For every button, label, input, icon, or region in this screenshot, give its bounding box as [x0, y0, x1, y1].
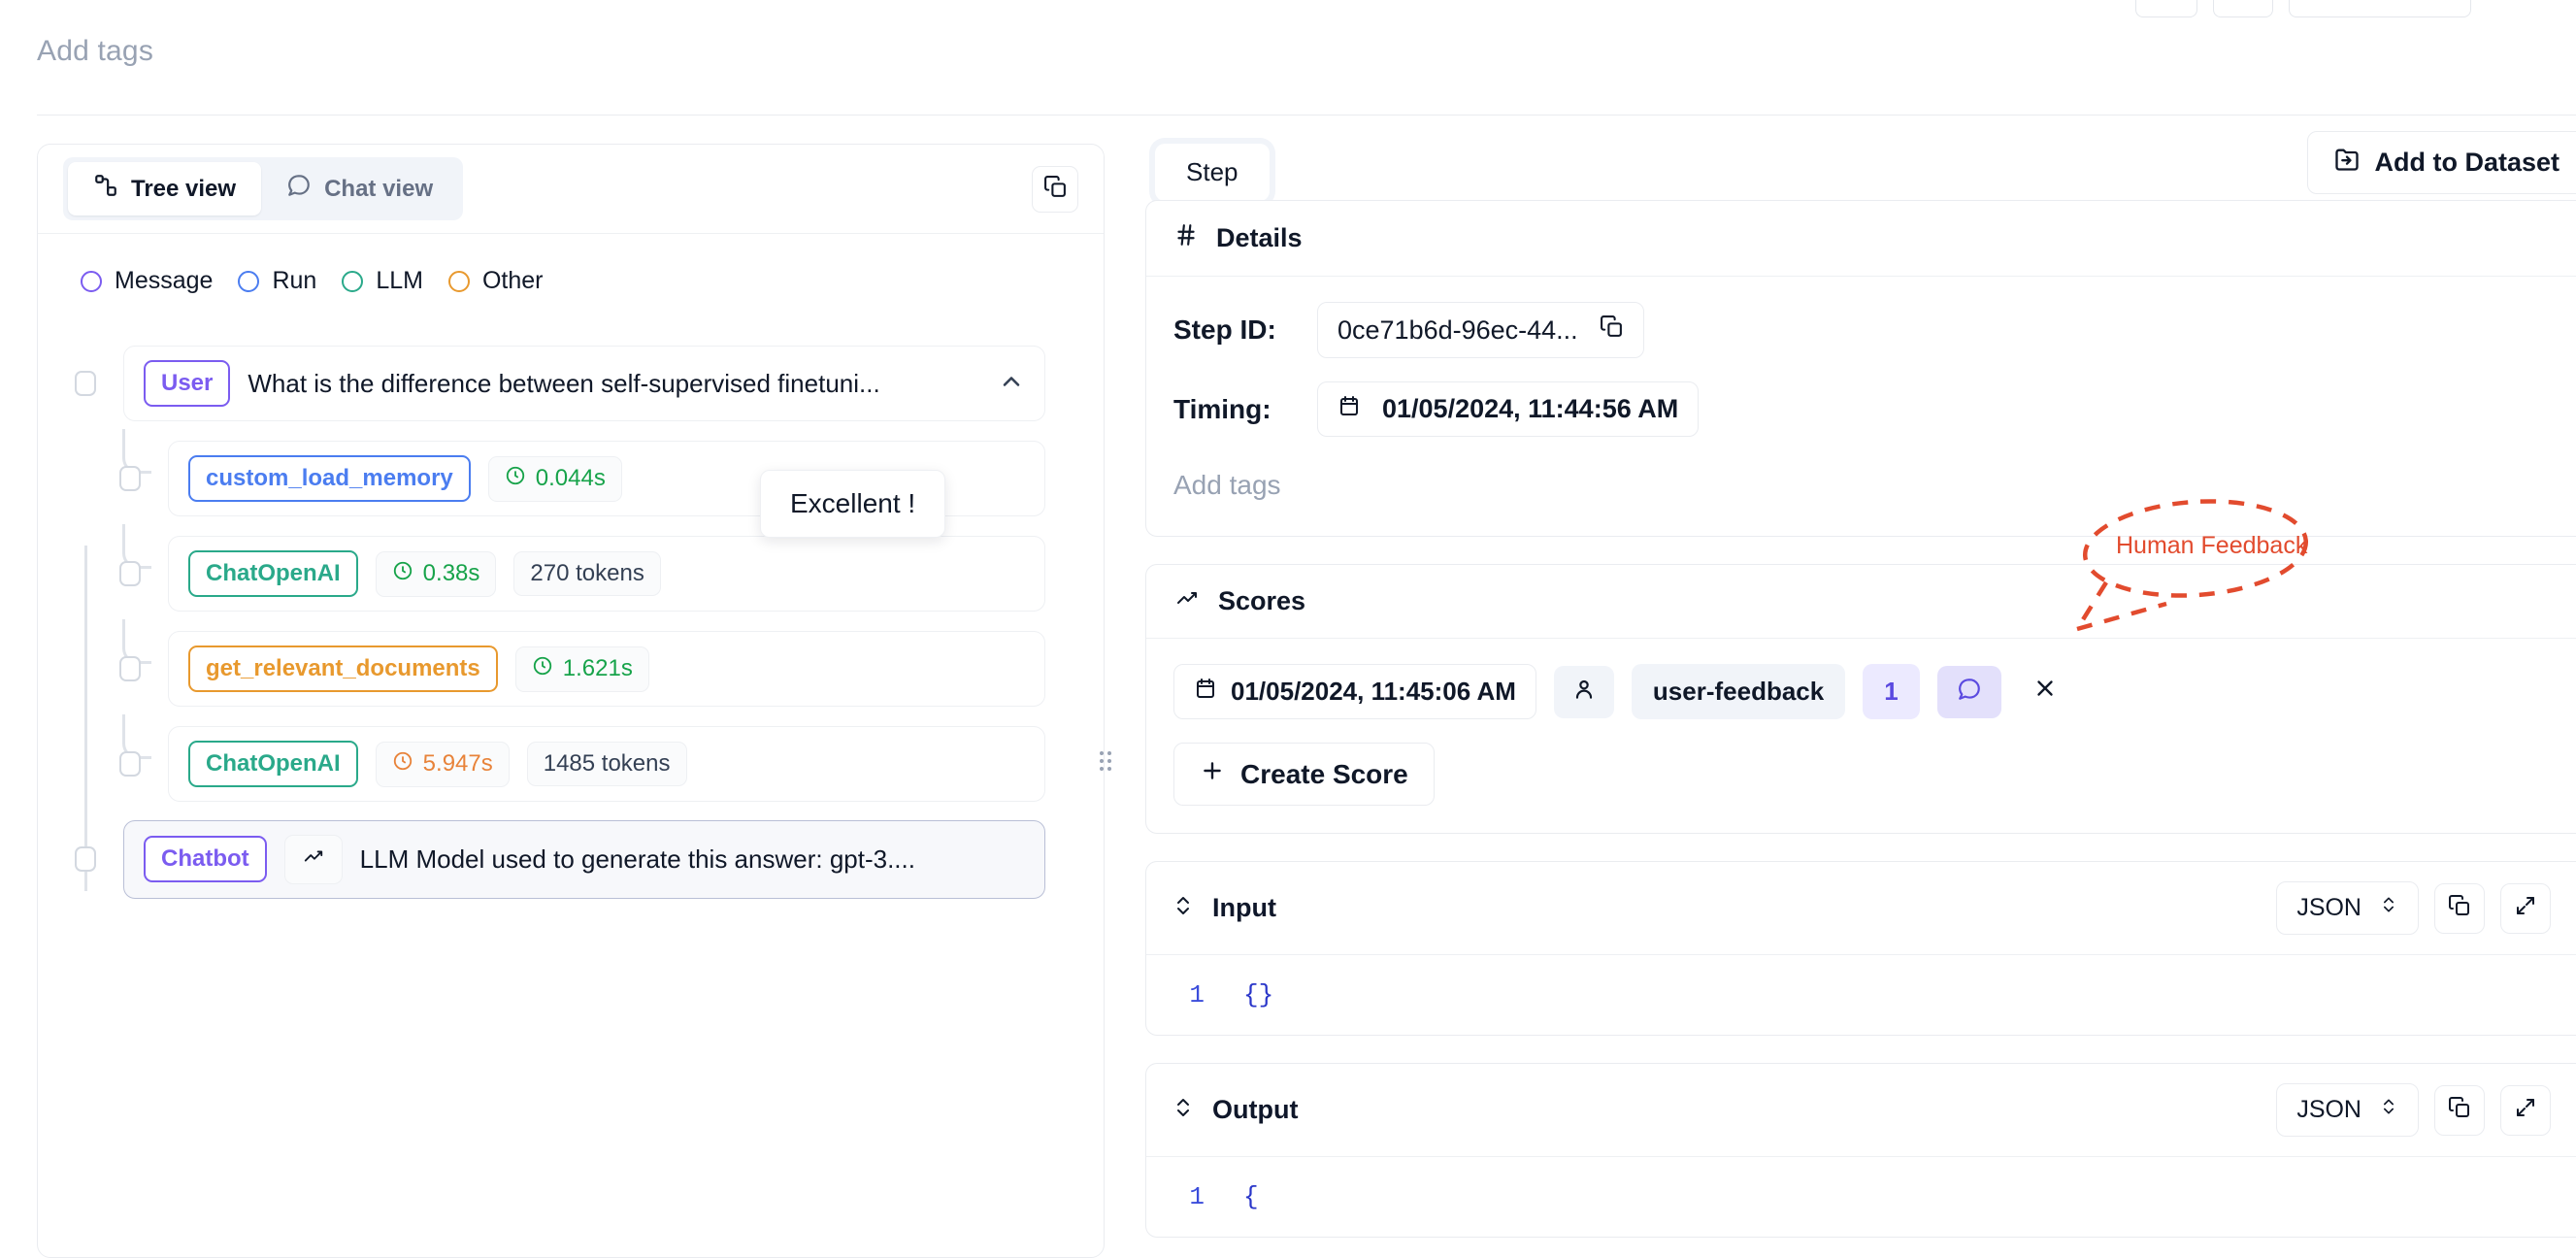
tree-node-handle[interactable] — [75, 371, 96, 396]
tree-node-handle[interactable] — [75, 846, 96, 872]
tree-node-handle[interactable] — [119, 466, 141, 491]
tree-node-handle[interactable] — [119, 656, 141, 681]
score-comment-tooltip: Excellent ! — [760, 470, 945, 538]
app-root: Add tags Tree view — [0, 0, 2576, 1258]
human-feedback-annotation — [0, 0, 2576, 1258]
tree-node-handle[interactable] — [119, 561, 141, 586]
human-feedback-label: Human Feedback — [2116, 532, 2307, 560]
tree-node-handle[interactable] — [119, 751, 141, 777]
